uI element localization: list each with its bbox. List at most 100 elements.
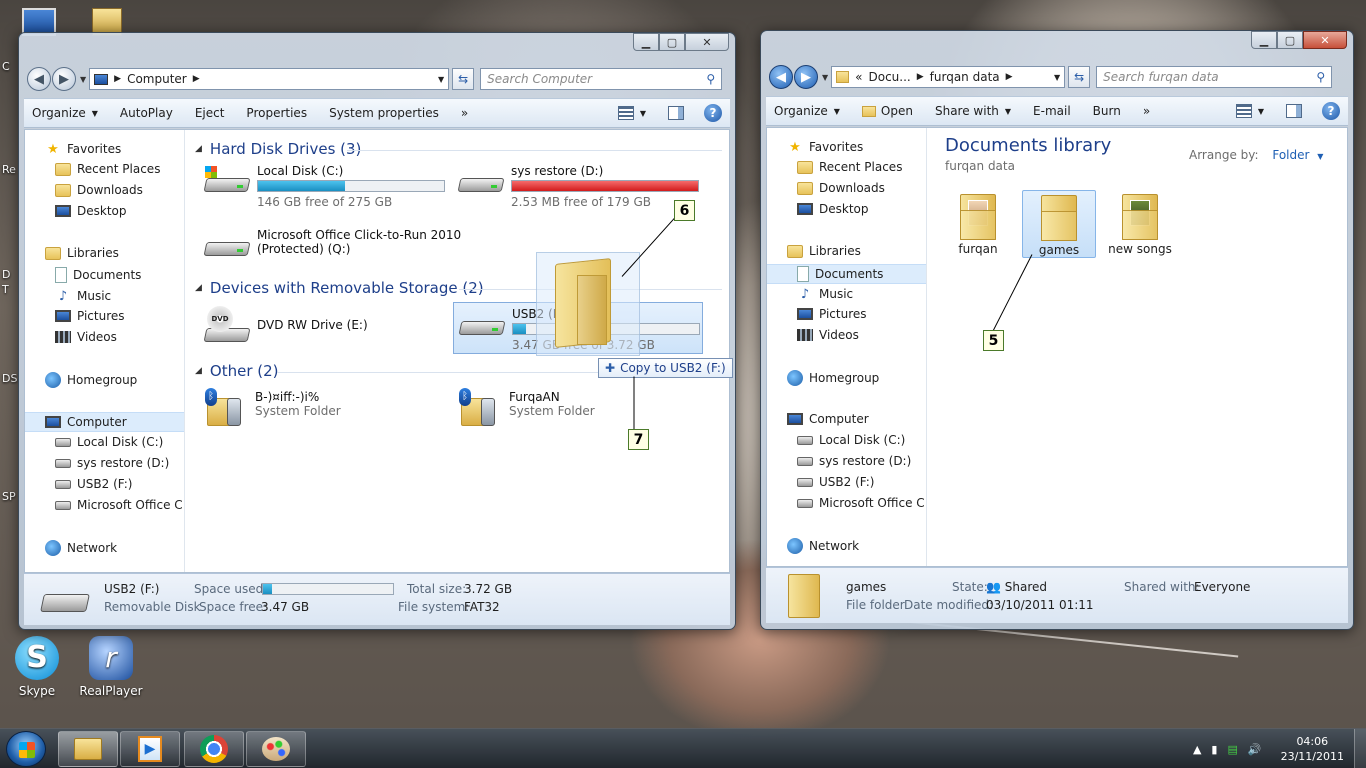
maximize-button[interactable]: ▢ xyxy=(659,33,685,51)
nav-local-disk-c[interactable]: Local Disk (C:) xyxy=(55,435,163,449)
nav-desktop[interactable]: Desktop xyxy=(797,202,869,216)
nav-documents[interactable]: Documents xyxy=(767,264,926,284)
open-button[interactable]: Open xyxy=(861,104,913,118)
start-button[interactable] xyxy=(6,731,46,767)
organize-menu[interactable]: Organize ▼ xyxy=(774,104,840,118)
view-dropdown-icon[interactable]: ▼ xyxy=(1258,107,1264,116)
drive-sys-restore-d[interactable]: sys restore (D:) 2.53 MB free of 179 GB xyxy=(457,164,699,209)
address-bar[interactable]: « Docu... ▶ furqan data ▶ ▼ xyxy=(831,66,1066,88)
preview-pane-icon[interactable] xyxy=(668,106,684,120)
nav-homegroup[interactable]: Homegroup xyxy=(787,370,879,386)
nav-desktop[interactable]: Desktop xyxy=(55,204,127,218)
breadcrumb-separator-icon[interactable]: ▶ xyxy=(114,74,121,84)
minimize-button[interactable]: ▁ xyxy=(1251,31,1277,49)
close-button[interactable]: ✕ xyxy=(1303,31,1347,49)
clock[interactable]: 04:06 23/11/2011 xyxy=(1281,734,1344,764)
nav-favorites[interactable]: ★ Favorites xyxy=(787,139,863,155)
nav-usb2-f[interactable]: USB2 (F:) xyxy=(55,477,132,491)
taskbar-explorer[interactable] xyxy=(58,731,118,767)
properties-button[interactable]: Properties xyxy=(246,106,307,120)
other-item-bluetooth-2[interactable]: ᛒ FurqaAN System Folder xyxy=(457,386,595,430)
nav-recent-places[interactable]: Recent Places xyxy=(55,162,160,176)
nav-sys-restore-d[interactable]: sys restore (D:) xyxy=(797,454,911,468)
library-window[interactable]: ▁ ▢ ✕ ◀ ▶ ▼ « Docu... ▶ furqan data ▶ ▼ … xyxy=(760,30,1354,630)
nav-usb2-f[interactable]: USB2 (F:) xyxy=(797,475,874,489)
forward-button[interactable]: ▶ xyxy=(52,67,76,91)
address-bar[interactable]: ▶ Computer ▶ ▼ xyxy=(89,68,450,90)
system-properties-button[interactable]: System properties xyxy=(329,106,439,120)
usb-safely-remove-icon[interactable]: ▮ xyxy=(1211,743,1217,756)
recent-pages-chevron-icon[interactable]: ▼ xyxy=(80,75,86,84)
nav-favorites[interactable]: ★ Favorites xyxy=(45,141,121,157)
nav-office-q[interactable]: Microsoft Office Clic xyxy=(55,498,183,512)
nav-computer[interactable]: Computer xyxy=(787,412,869,426)
view-dropdown-icon[interactable]: ▼ xyxy=(640,109,646,118)
preview-pane-icon[interactable] xyxy=(1286,104,1302,118)
breadcrumb-computer[interactable]: Computer xyxy=(127,72,187,86)
drive-dvd-e[interactable]: DVD DVD RW Drive (E:) xyxy=(203,304,368,344)
breadcrumb-separator-icon[interactable]: ▶ xyxy=(917,72,924,82)
search-icon[interactable]: ⚲ xyxy=(706,72,715,86)
arrange-by-dropdown[interactable]: Folder xyxy=(1272,148,1309,162)
nav-libraries[interactable]: Libraries xyxy=(45,246,119,260)
taskbar-chrome[interactable] xyxy=(184,731,244,767)
maximize-button[interactable]: ▢ xyxy=(1277,31,1303,49)
volume-icon[interactable]: 🔊 xyxy=(1248,743,1262,756)
refresh-button[interactable]: ⇆ xyxy=(1068,66,1091,88)
show-hidden-icons-icon[interactable]: ▲ xyxy=(1193,743,1201,756)
autoplay-button[interactable]: AutoPlay xyxy=(120,106,173,120)
breadcrumb-separator-icon[interactable]: ▶ xyxy=(193,74,200,84)
change-view-icon[interactable] xyxy=(617,106,634,120)
group-header-removable[interactable]: ◢ Devices with Removable Storage (2) xyxy=(195,279,484,297)
back-button[interactable]: ◀ xyxy=(769,65,793,89)
nav-libraries[interactable]: Libraries xyxy=(787,244,861,258)
nav-homegroup[interactable]: Homegroup xyxy=(45,372,137,388)
folder-item-games[interactable]: games xyxy=(1022,190,1096,258)
forward-button[interactable]: ▶ xyxy=(794,65,818,89)
refresh-button[interactable]: ⇆ xyxy=(452,68,475,90)
nav-documents[interactable]: Documents xyxy=(55,267,141,283)
breadcrumb-overflow[interactable]: « xyxy=(855,70,862,84)
nav-network[interactable]: Network xyxy=(45,540,117,556)
help-icon[interactable]: ? xyxy=(704,104,722,122)
group-header-hard-disks[interactable]: ◢ Hard Disk Drives (3) xyxy=(195,140,361,158)
breadcrumb-furqan-data[interactable]: furqan data xyxy=(930,70,1000,84)
email-button[interactable]: E-mail xyxy=(1033,104,1071,118)
desktop-icon-realplayer[interactable]: r RealPlayer xyxy=(76,636,146,698)
search-input[interactable]: Search Computer ⚲ xyxy=(480,68,723,90)
taskbar-media-player[interactable]: ▶ xyxy=(120,731,180,767)
drive-local-disk-c[interactable]: Local Disk (C:) 146 GB free of 275 GB xyxy=(203,164,445,209)
nav-pictures[interactable]: Pictures xyxy=(797,307,867,321)
nav-recent-places[interactable]: Recent Places xyxy=(797,160,902,174)
address-dropdown-icon[interactable]: ▼ xyxy=(1054,73,1060,82)
breadcrumb-separator-icon[interactable]: ▶ xyxy=(1006,72,1013,82)
breadcrumb-documents[interactable]: Docu... xyxy=(869,70,911,84)
close-button[interactable]: ✕ xyxy=(685,33,729,51)
share-with-menu[interactable]: Share with ▼ xyxy=(935,104,1011,118)
show-desktop-button[interactable] xyxy=(1354,729,1366,768)
nav-local-disk-c[interactable]: Local Disk (C:) xyxy=(797,433,905,447)
search-input[interactable]: Search furqan data ⚲ xyxy=(1096,66,1333,88)
nav-sys-restore-d[interactable]: sys restore (D:) xyxy=(55,456,169,470)
nav-music[interactable]: ♪ Music xyxy=(55,288,111,304)
group-header-other[interactable]: ◢ Other (2) xyxy=(195,362,279,380)
nav-videos[interactable]: Videos xyxy=(55,330,117,344)
other-item-bluetooth-1[interactable]: ᛒ B-)¤iff:-)i% System Folder xyxy=(203,386,341,430)
address-dropdown-icon[interactable]: ▼ xyxy=(438,75,444,84)
network-status-icon[interactable]: ▤ xyxy=(1227,743,1237,756)
recent-pages-chevron-icon[interactable]: ▼ xyxy=(822,73,828,82)
burn-button[interactable]: Burn xyxy=(1093,104,1121,118)
help-icon[interactable]: ? xyxy=(1322,102,1340,120)
eject-button[interactable]: Eject xyxy=(195,106,225,120)
nav-downloads[interactable]: Downloads xyxy=(797,181,885,195)
folder-item-furqan[interactable]: furqan xyxy=(941,190,1015,258)
taskbar-paint[interactable] xyxy=(246,731,306,767)
desktop-icon-skype[interactable]: S Skype xyxy=(2,636,72,698)
back-button[interactable]: ◀ xyxy=(27,67,51,91)
folder-item-new-songs[interactable]: new songs xyxy=(1103,190,1177,258)
nav-music[interactable]: ♪ Music xyxy=(797,286,853,302)
arrange-dropdown-icon[interactable]: ▼ xyxy=(1317,152,1323,161)
nav-pictures[interactable]: Pictures xyxy=(55,309,125,323)
nav-downloads[interactable]: Downloads xyxy=(55,183,143,197)
nav-videos[interactable]: Videos xyxy=(797,328,859,342)
